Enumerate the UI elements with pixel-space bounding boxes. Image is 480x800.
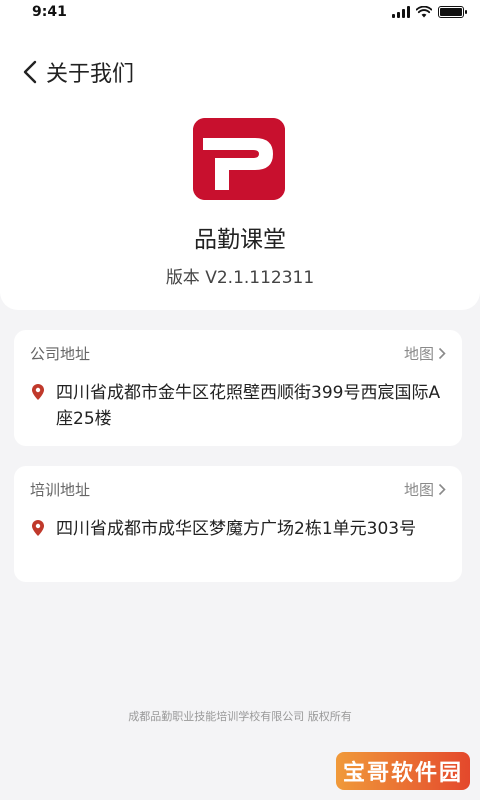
wifi-icon xyxy=(416,6,432,18)
chevron-right-icon xyxy=(438,347,446,360)
status-icons xyxy=(392,6,467,18)
battery-icon xyxy=(438,6,467,18)
status-time: 9:41 xyxy=(32,4,67,20)
training-map-label[interactable]: 地图 xyxy=(404,479,434,500)
training-address-label: 培训地址 xyxy=(30,481,91,499)
page-title: 关于我们 xyxy=(46,62,135,87)
app-version: 版本 V2.1.112311 xyxy=(165,268,315,288)
chevron-right-icon xyxy=(438,483,446,496)
company-address-row: 四川省成都市金牛区花照壁西顺街399号西宸国际A座25楼 xyxy=(32,380,450,432)
back-button[interactable]: 关于我们 xyxy=(18,56,134,88)
app-name: 品勤课堂 xyxy=(194,227,286,253)
training-address-text: 四川省成都市成华区梦魔方广场2栋1单元303号 xyxy=(56,519,417,539)
header-card: 关于我们 品勤课堂 版本 V2.1.112311 xyxy=(0,28,480,310)
company-address-text: 四川省成都市金牛区花照壁西顺街399号西宸国际A座25楼 xyxy=(56,383,441,429)
about-us-screen: 9:41 关于我们 品勤课堂 版本 V2.1.112311 公司地址 地图 四川… xyxy=(0,0,480,800)
location-pin-icon xyxy=(32,520,46,542)
back-arrow-icon[interactable] xyxy=(18,57,42,87)
training-address-row: 四川省成都市成华区梦魔方广场2栋1单元303号 xyxy=(32,516,450,542)
copyright-footer: 成都品勤职业技能培训学校有限公司 版权所有 xyxy=(128,710,352,723)
status-bar: 9:41 xyxy=(0,0,480,28)
app-logo-icon xyxy=(193,118,285,200)
signal-icon xyxy=(392,6,410,18)
company-map-link[interactable]: 地图 xyxy=(404,343,446,364)
company-address-label: 公司地址 xyxy=(30,345,91,363)
training-address-card: 培训地址 地图 四川省成都市成华区梦魔方广场2栋1单元303号 xyxy=(14,466,462,582)
watermark-logo: 宝哥软件园 xyxy=(336,752,470,790)
location-pin-icon xyxy=(32,384,46,432)
training-map-link[interactable]: 地图 xyxy=(404,479,446,500)
company-map-label[interactable]: 地图 xyxy=(404,343,434,364)
company-address-card: 公司地址 地图 四川省成都市金牛区花照壁西顺街399号西宸国际A座25楼 xyxy=(14,330,462,446)
